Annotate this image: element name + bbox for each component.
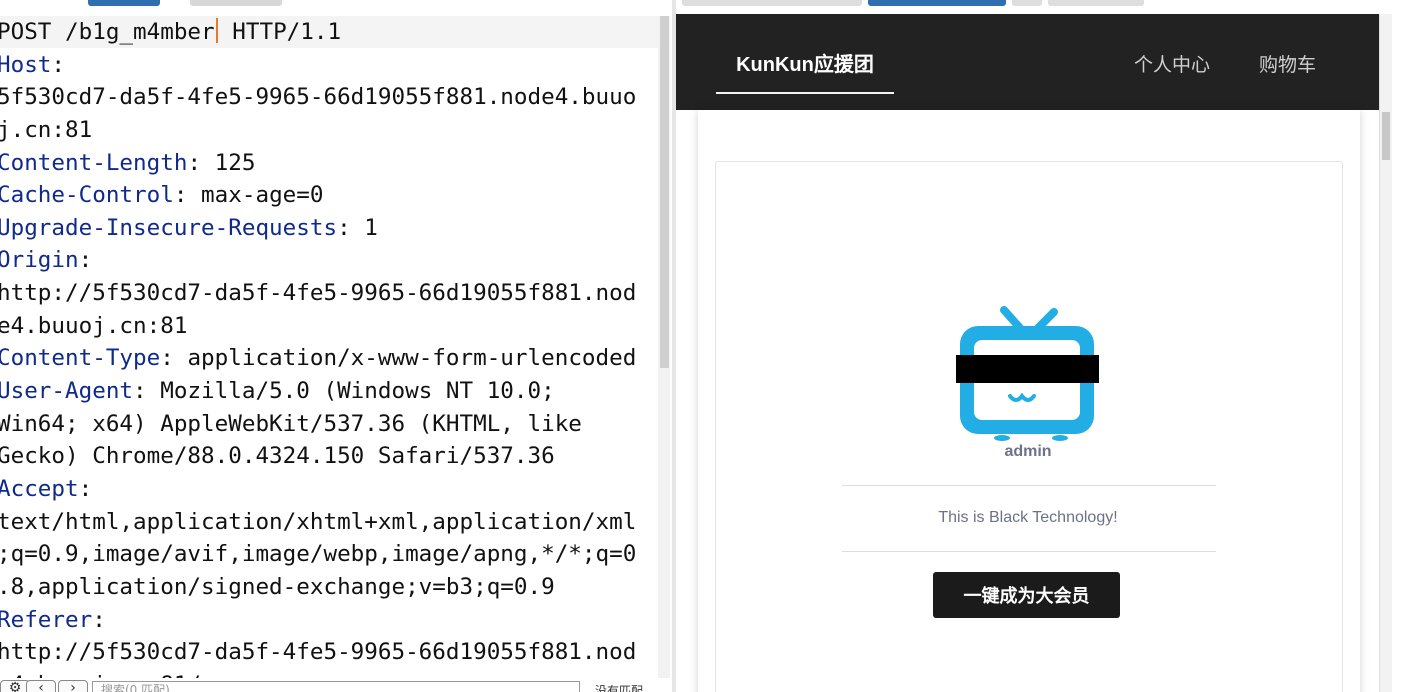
header-value: Mozilla/5.0 (Windows NT 10.0; <box>146 378 555 405</box>
request-text[interactable]: POST /b1g_m4mber HTTP/1.1 Host: 5f530cd7-d… <box>0 16 636 680</box>
request-line[interactable]: User-Agent: Mozilla/5.0 (Windows NT 10.0… <box>0 375 636 408</box>
request-line[interactable]: Win64; x64) AppleWebKit/537.36 (KHTML, l… <box>0 408 636 441</box>
prev-button[interactable]: ‹ <box>26 680 56 692</box>
request-line[interactable]: Origin: <box>0 244 636 277</box>
request-line[interactable]: Content-Length: 125 <box>0 147 636 180</box>
tab-pretty[interactable] <box>682 0 862 6</box>
request-line[interactable]: e4.buuoj.cn:81 <box>0 310 636 343</box>
site-navbar: KunKun应援团 个人中心 购物车 <box>676 14 1379 110</box>
request-line[interactable]: 5f530cd7-da5f-4fe5-9965-66d19055f881.nod… <box>0 81 636 114</box>
nav-profile[interactable]: 个人中心 <box>1134 50 1210 77</box>
request-line[interactable]: Gecko) Chrome/88.0.4324.150 Safari/537.3… <box>0 440 636 473</box>
username: admin <box>1004 443 1052 460</box>
request-line[interactable]: Accept: <box>0 473 636 506</box>
request-tab-strip <box>0 0 672 8</box>
request-line[interactable]: http://5f530cd7-da5f-4fe5-9965-66d19055f… <box>0 277 636 310</box>
tab-active[interactable] <box>88 0 160 6</box>
header-name: User-Agent <box>0 378 134 405</box>
line-text: Gecko) Chrome/88.0.4324.150 Safari/537.3… <box>0 443 555 470</box>
line-text: POST /b1g_m4mber <box>0 19 215 45</box>
tab-render[interactable] <box>868 0 1006 6</box>
header-value: 1 <box>350 214 378 241</box>
match-count: 没有匹配 <box>595 684 644 692</box>
nav-cart[interactable]: 购物车 <box>1259 50 1316 77</box>
request-line[interactable]: ;q=0.9,image/avif,image/webp,image/apng,… <box>0 538 636 571</box>
line-text: http://5f530cd7-da5f-4fe5-9965-66d19055f… <box>0 280 637 307</box>
page-scrollbar[interactable] <box>1379 14 1392 692</box>
search-input[interactable]: 搜索(0 匹配) <box>92 681 580 692</box>
line-text: ;q=0.9,image/avif,image/webp,image/apng,… <box>0 541 637 568</box>
header-value: max-age=0 <box>187 182 324 209</box>
request-line[interactable]: Content-Type: application/x-www-form-url… <box>0 342 636 375</box>
line-text: text/html,application/xhtml+xml,applicat… <box>0 508 637 535</box>
header-value: 125 <box>201 149 256 176</box>
request-line[interactable]: Cache-Control: max-age=0 <box>0 179 636 212</box>
become-vip-button[interactable]: 一键成为大会员 <box>933 572 1120 618</box>
line-text: j.cn:81 <box>0 116 93 143</box>
line-text: e4.buuoj.cn:81 <box>0 312 188 339</box>
divider-bottom <box>842 551 1216 552</box>
header-name: Referer <box>0 606 93 633</box>
editor-scrollbar-thumb[interactable] <box>660 16 669 368</box>
tab-actions[interactable] <box>190 0 282 6</box>
brand-link[interactable]: KunKun应援团 <box>716 52 894 94</box>
header-value: application/x-www-form-urlencoded <box>173 345 637 372</box>
page-scrollbar-thumb[interactable] <box>1382 112 1390 160</box>
response-render-panel: KunKun应援团 个人中心 购物车 admin This is Black T… <box>676 0 1401 692</box>
line-text: http://5f530cd7-da5f-4fe5-9965-66d19055f… <box>0 639 637 666</box>
request-line[interactable]: .8,application/signed-exchange;v=b3;q=0.… <box>0 571 636 604</box>
header-name: Accept <box>0 475 79 502</box>
request-editor[interactable]: POST /b1g_m4mber HTTP/1.1 Host: 5f530cd7-d… <box>0 16 658 680</box>
divider-top <box>842 485 1216 486</box>
header-name: Cache-Control <box>0 182 174 209</box>
request-line[interactable]: text/html,application/xhtml+xml,applicat… <box>0 506 636 539</box>
request-line[interactable]: Referer: <box>0 604 636 637</box>
tab-actions-right[interactable] <box>1048 0 1144 6</box>
request-line[interactable]: Host: <box>0 49 636 82</box>
tab-extra[interactable] <box>1012 0 1042 6</box>
header-name: Upgrade-Insecure-Requests <box>0 214 338 241</box>
header-name: Content-Length <box>0 149 188 176</box>
request-line[interactable]: POST /b1g_m4mber HTTP/1.1 <box>0 16 636 49</box>
next-button[interactable]: › <box>58 680 88 692</box>
line-text: HTTP/1.1 <box>218 19 342 45</box>
header-name: Host <box>0 51 52 78</box>
line-text: 5f530cd7-da5f-4fe5-9965-66d19055f881.nod… <box>0 84 637 111</box>
search-bar: ⚙ ‹ › 搜索(0 匹配) 没有匹配 <box>0 678 672 692</box>
response-tab-strip <box>676 0 1401 12</box>
line-text: .8,application/signed-exchange;v=b3;q=0.… <box>0 573 555 600</box>
request-line[interactable]: Upgrade-Insecure-Requests: 1 <box>0 212 636 245</box>
request-line[interactable]: http://5f530cd7-da5f-4fe5-9965-66d19055f… <box>0 636 636 669</box>
request-panel: POST /b1g_m4mber HTTP/1.1 Host: 5f530cd7-d… <box>0 0 672 692</box>
tagline: This is Black Technology! <box>938 509 1118 526</box>
request-line[interactable]: j.cn:81 <box>0 114 636 147</box>
header-name: Origin <box>0 247 79 274</box>
redaction-bar <box>956 355 1099 383</box>
header-name: Content-Type <box>0 345 161 372</box>
line-text: Win64; x64) AppleWebKit/537.36 (KHTML, l… <box>0 410 582 437</box>
text-cursor <box>215 18 218 43</box>
